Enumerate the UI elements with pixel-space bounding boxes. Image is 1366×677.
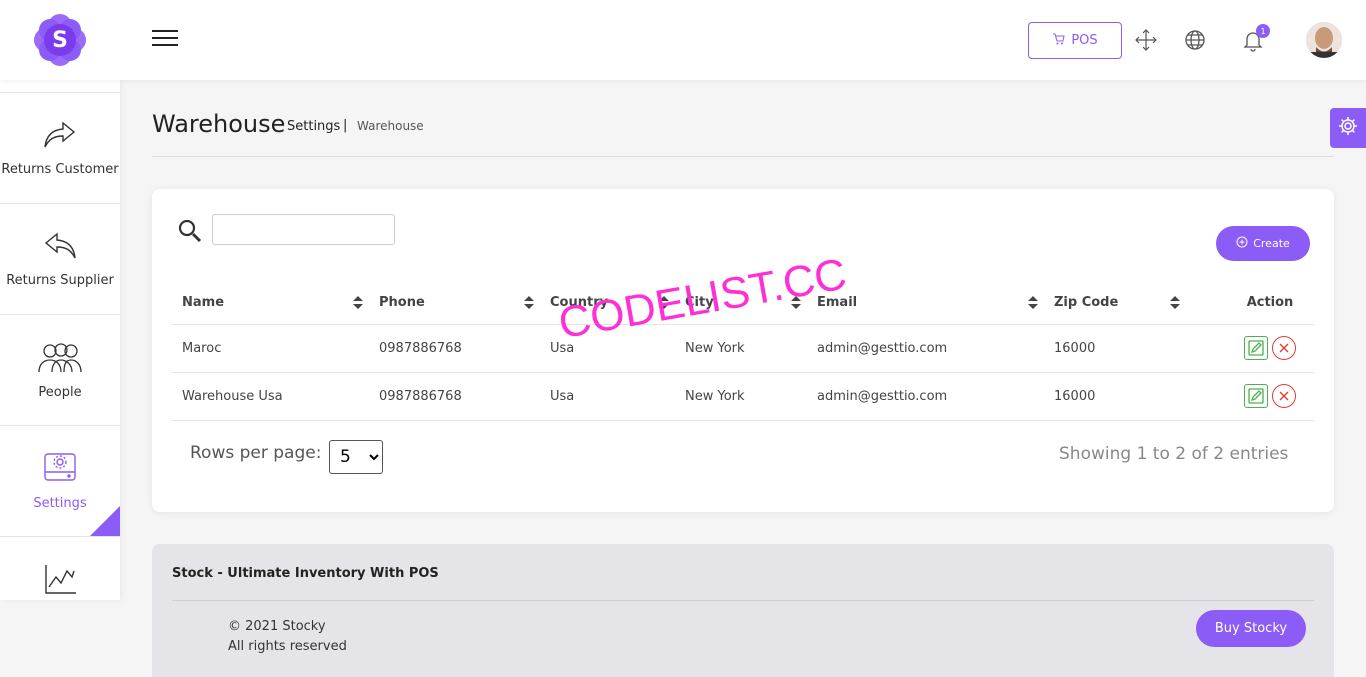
sidebar-item-returns-supplier[interactable]: Returns Supplier <box>0 203 120 314</box>
cell-country: Usa <box>540 372 675 421</box>
pos-label: POS <box>1071 33 1098 48</box>
create-button[interactable]: Create <box>1216 226 1310 261</box>
search-icon <box>178 219 202 243</box>
search-input[interactable] <box>212 214 395 245</box>
rights-text: All rights reserved <box>228 639 347 654</box>
sidebar: Returns Customer Returns Supplier People <box>0 80 120 600</box>
active-indicator <box>90 506 120 536</box>
sidebar-item-label: Returns Customer <box>1 161 119 177</box>
delete-icon[interactable] <box>1272 336 1296 360</box>
breadcrumb-separator: | <box>343 118 348 133</box>
table-row: Maroc 0987886768 Usa New York admin@gest… <box>172 324 1314 373</box>
cell-city: New York <box>675 324 807 373</box>
logo-letter: S <box>52 27 68 53</box>
create-label: Create <box>1253 237 1290 250</box>
column-header-action: Action <box>1186 281 1314 325</box>
column-header-zip[interactable]: Zip Code <box>1044 281 1186 325</box>
cell-email: admin@gesttio.com <box>807 324 1044 373</box>
buy-button[interactable]: Buy Stocky <box>1196 610 1306 647</box>
column-label: Zip Code <box>1054 294 1119 310</box>
column-label: Phone <box>379 294 425 310</box>
globe-icon[interactable] <box>1183 28 1207 52</box>
cell-action <box>1186 324 1314 373</box>
reply-back-icon <box>43 231 77 265</box>
cell-action <box>1186 372 1314 421</box>
cell-zip: 16000 <box>1044 324 1186 373</box>
sort-icon[interactable] <box>524 296 534 313</box>
sort-icon[interactable] <box>659 296 669 313</box>
sidebar-item-returns-customer[interactable]: Returns Customer <box>0 92 120 203</box>
warehouse-card: Create Name Phone Country City Email Zip… <box>152 189 1334 512</box>
sort-icon[interactable] <box>1170 296 1180 313</box>
sidebar-item-label: Settings <box>33 495 87 511</box>
footer-title: Stock - Ultimate Inventory With POS <box>172 566 439 581</box>
column-label: Email <box>817 294 858 310</box>
warehouse-table: Name Phone Country City Email Zip Code A… <box>172 281 1314 421</box>
sidebar-item-label: Returns Supplier <box>6 272 114 288</box>
fullscreen-icon[interactable] <box>1134 28 1158 52</box>
avatar[interactable] <box>1306 22 1342 58</box>
rows-per-page-label: Rows per page: <box>190 443 322 463</box>
entries-info: Showing 1 to 2 of 2 entries <box>1059 444 1289 464</box>
divider <box>172 600 1314 601</box>
cell-email: admin@gesttio.com <box>807 372 1044 421</box>
column-label: Country <box>550 294 609 310</box>
footer: Stock - Ultimate Inventory With POS © 20… <box>152 544 1334 677</box>
column-label: Name <box>182 294 225 310</box>
edit-icon[interactable] <box>1244 384 1268 408</box>
column-header-phone[interactable]: Phone <box>369 281 540 325</box>
cell-zip: 16000 <box>1044 372 1186 421</box>
notification-badge: 1 <box>1256 24 1270 38</box>
people-icon <box>36 341 84 377</box>
pos-button[interactable]: POS <box>1028 22 1122 59</box>
table-row: Warehouse Usa 0987886768 Usa New York ad… <box>172 372 1314 421</box>
cell-country: Usa <box>540 324 675 373</box>
cell-phone: 0987886768 <box>369 324 540 373</box>
divider <box>152 156 1334 157</box>
copyright-text: © 2021 Stocky <box>228 619 326 634</box>
breadcrumb-parent[interactable]: Settings <box>287 119 340 134</box>
delete-icon[interactable] <box>1272 384 1296 408</box>
customizer-gear-button[interactable] <box>1330 108 1366 148</box>
cell-city: New York <box>675 372 807 421</box>
page-title: Warehouse <box>152 110 286 138</box>
cell-name: Maroc <box>172 324 369 373</box>
breadcrumb-current: Warehouse <box>357 119 424 133</box>
sidebar-item-settings[interactable]: Settings <box>0 425 120 536</box>
plus-circle-icon <box>1236 236 1248 251</box>
gear-icon <box>1338 116 1358 140</box>
column-label: City <box>685 294 714 310</box>
cell-phone: 0987886768 <box>369 372 540 421</box>
sort-icon[interactable] <box>791 296 801 313</box>
cell-name: Warehouse Usa <box>172 372 369 421</box>
column-header-email[interactable]: Email <box>807 281 1044 325</box>
column-header-name[interactable]: Name <box>172 281 369 325</box>
share-forward-icon <box>43 120 77 154</box>
edit-icon[interactable] <box>1244 336 1268 360</box>
top-header: S POS 1 <box>0 0 1366 80</box>
sidebar-item-label: People <box>38 384 82 400</box>
sort-icon[interactable] <box>353 296 363 313</box>
rows-per-page-select[interactable]: 5 <box>329 440 383 474</box>
column-header-city[interactable]: City <box>675 281 807 325</box>
settings-drive-icon <box>43 452 77 488</box>
chart-line-icon <box>43 563 77 599</box>
menu-toggle-button[interactable] <box>152 30 178 50</box>
sort-icon[interactable] <box>1028 296 1038 313</box>
column-label: Action <box>1246 294 1294 310</box>
logo[interactable]: S <box>32 12 88 68</box>
table-header-row: Name Phone Country City Email Zip Code A… <box>172 281 1314 325</box>
sidebar-item-people[interactable]: People <box>0 314 120 425</box>
cart-icon <box>1052 33 1065 49</box>
sidebar-item-reports[interactable] <box>0 536 120 600</box>
column-header-country[interactable]: Country <box>540 281 675 325</box>
